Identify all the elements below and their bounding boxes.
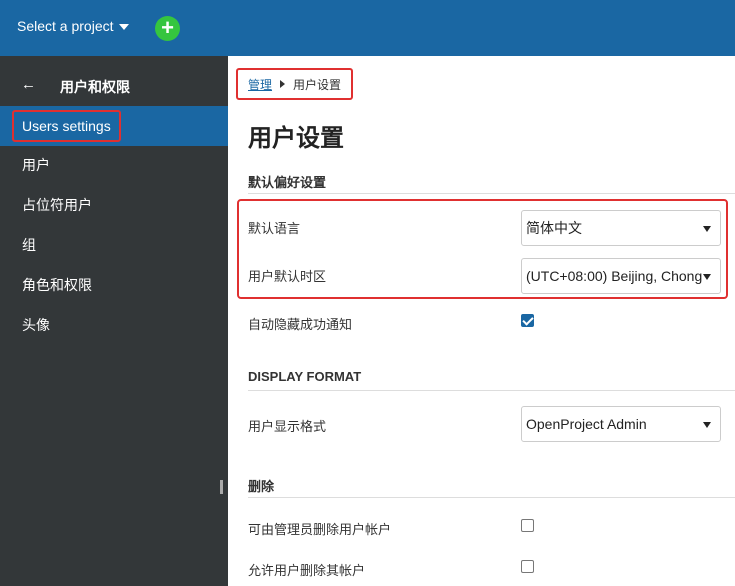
- section-divider: [248, 390, 735, 391]
- add-project-button[interactable]: +: [155, 16, 180, 41]
- admin-delete-label: 可由管理员删除用户帐户: [248, 522, 392, 537]
- language-select[interactable]: 简体中文: [521, 210, 721, 246]
- display-format-label: 用户显示格式: [248, 419, 327, 434]
- sidebar-item-roles-permissions[interactable]: 角色和权限: [0, 265, 228, 305]
- back-arrow-icon[interactable]: ←: [21, 76, 36, 93]
- sidebar-item-label: 角色和权限: [22, 277, 92, 293]
- timezone-label: 用户默认时区: [248, 269, 327, 284]
- main-content: 管理 用户设置 用户设置 默认偏好设置 默认语言 简体中文 用户默认时区 (UT…: [228, 56, 735, 586]
- dropdown-arrow-icon: [703, 226, 711, 232]
- sidebar-item-label: 组: [22, 237, 36, 253]
- chevron-down-icon: [118, 24, 129, 30]
- sidebar-header: ← 用户和权限: [0, 68, 228, 102]
- auto-hide-notifications-label: 自动隐藏成功通知: [248, 317, 353, 332]
- dropdown-arrow-icon: [703, 422, 711, 428]
- dropdown-arrow-icon: [703, 274, 711, 280]
- breadcrumb-current: 用户设置: [293, 77, 342, 92]
- page-title: 用户设置: [248, 125, 344, 152]
- timezone-select-value: (UTC+08:00) Beijing, Chong: [526, 268, 703, 284]
- sidebar-title: 用户和权限: [60, 79, 130, 95]
- display-format-select[interactable]: OpenProject Admin: [521, 406, 721, 442]
- display-format-select-value: OpenProject Admin: [526, 416, 647, 432]
- breadcrumb: 管理 用户设置: [236, 68, 354, 100]
- chevron-right-icon: [280, 80, 286, 88]
- sidebar-item-label: 占位符用户: [22, 197, 92, 213]
- plus-icon: +: [161, 15, 174, 40]
- sidebar-item-label: 用户: [22, 157, 50, 173]
- admin-delete-checkbox[interactable]: [521, 519, 534, 532]
- section-title-preferences: 默认偏好设置: [248, 175, 327, 190]
- self-delete-label: 允许用户删除其帐户: [248, 563, 366, 578]
- auto-hide-notifications-checkbox[interactable]: [521, 314, 534, 327]
- sidebar-resize-handle[interactable]: [220, 480, 223, 494]
- breadcrumb-link-admin[interactable]: 管理: [248, 76, 272, 93]
- section-divider: [248, 193, 735, 194]
- self-delete-checkbox[interactable]: [521, 560, 534, 573]
- language-select-value: 简体中文: [526, 220, 582, 236]
- sidebar-item-avatars[interactable]: 头像: [0, 305, 228, 345]
- sidebar-item-users-settings[interactable]: Users settings: [0, 106, 228, 146]
- sidebar-item-placeholder-users[interactable]: 占位符用户: [0, 185, 228, 225]
- sidebar-item-label: 头像: [22, 317, 50, 333]
- top-header-bar: Select a project +: [0, 0, 735, 56]
- project-select-label: Select a project: [17, 18, 114, 34]
- sidebar-item-label: Users settings: [12, 110, 121, 142]
- timezone-select[interactable]: (UTC+08:00) Beijing, Chong: [521, 258, 721, 294]
- language-label: 默认语言: [248, 221, 301, 236]
- sidebar-item-groups[interactable]: 组: [0, 225, 228, 265]
- section-title-delete: 删除: [248, 479, 275, 494]
- section-title-display-format: DISPLAY FORMAT: [248, 369, 362, 384]
- section-divider: [248, 497, 735, 498]
- sidebar-item-users[interactable]: 用户: [0, 145, 228, 185]
- sidebar: ← 用户和权限 Users settings 用户 占位符用户 组 角色和权限 …: [0, 56, 228, 586]
- project-select-dropdown[interactable]: Select a project: [17, 18, 129, 34]
